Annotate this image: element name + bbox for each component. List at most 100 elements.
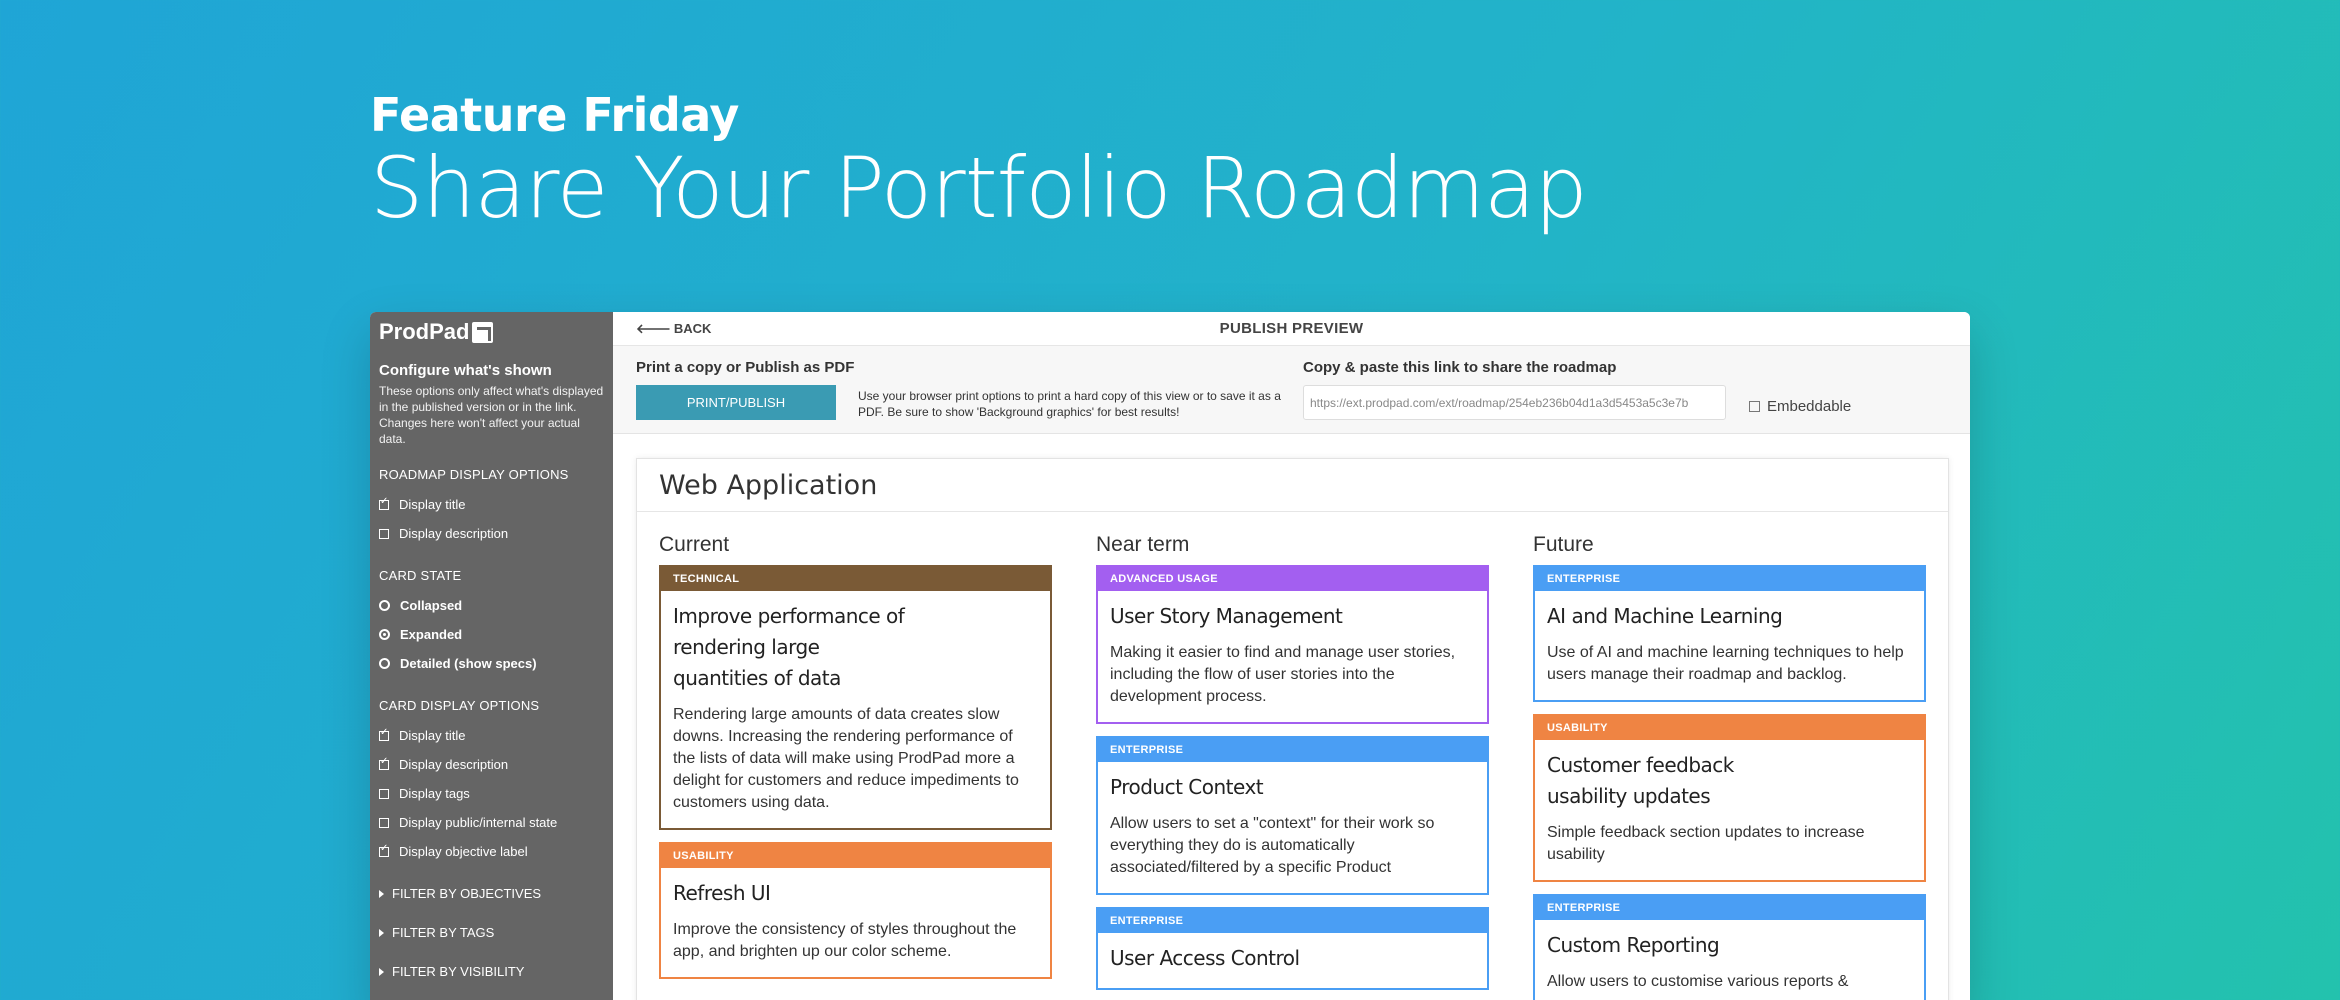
checkbox[interactable] [379, 496, 389, 510]
card-title: Refresh UI [673, 881, 771, 905]
page-title: PUBLISH PREVIEW [1219, 320, 1364, 337]
checkbox[interactable] [379, 756, 389, 770]
option-label: Display objective label [399, 844, 528, 859]
roadmap-card[interactable]: ENTERPRISE Custom Reporting Allow users to… [1533, 894, 1926, 1000]
main-panel: 🡐 BACK PUBLISH PREVIEW Print a copy or P… [613, 312, 1970, 1000]
roadmap-card[interactable]: USABILITY Customer feedback usability upd… [1533, 714, 1926, 882]
card-state-detailed-show-specs[interactable]: Detailed (show specs) [379, 649, 604, 678]
card-tag: USABILITY [1535, 716, 1924, 740]
hero: Feature Friday Share Your Portfolio Road… [370, 88, 1588, 237]
card-body: Product Context Allow users to set a "con… [1098, 762, 1487, 893]
share-url-field[interactable]: https://ext.prodpad.com/ext/roadmap/254e… [1303, 385, 1726, 420]
card-title: Custom Reporting [1547, 933, 1720, 957]
checkbox[interactable] [379, 817, 389, 828]
card-title: User Access Control [1110, 946, 1300, 970]
card-body: Custom Reporting Allow users to customise… [1535, 920, 1924, 1000]
card-body: Customer feedback usability updates Simpl… [1535, 740, 1924, 880]
option-display-public-internal-state[interactable]: Display public/internal state [379, 808, 604, 837]
card-body: User Story Management Making it easier to… [1098, 591, 1487, 722]
filter-label: FILTER BY TAGS [392, 925, 495, 940]
column-heading: Current [659, 533, 730, 556]
card-display-options: Display title Display description Display … [379, 721, 604, 866]
top-bar: 🡐 BACK PUBLISH PREVIEW [613, 312, 1970, 346]
logo-text: ProdPad [379, 319, 470, 344]
card-tag: USABILITY [661, 844, 1050, 868]
card-tag: ENTERPRISE [1535, 896, 1924, 920]
option-display-objective-label[interactable]: Display objective label [379, 837, 604, 866]
roadmap-card[interactable]: USABILITY Refresh UI Improve the consisten… [659, 842, 1052, 979]
arrow-left-icon: 🡐 [636, 320, 671, 336]
filter-label: FILTER BY VISIBILITY [392, 964, 525, 979]
caret-right-icon [379, 889, 384, 898]
option-label: Display description [399, 757, 509, 772]
option-display-title[interactable]: Display title [379, 490, 604, 519]
card-description: Allow users to customise various reports… [1547, 973, 1849, 990]
prodpad-logo: ProdPad [379, 314, 604, 350]
card-display-options-heading: CARD DISPLAY OPTIONS [379, 698, 540, 713]
card-title: User Story Management [1110, 604, 1343, 628]
option-label: Display tags [399, 786, 470, 801]
radio-button[interactable] [379, 629, 390, 640]
card-title: Customer feedback usability updates [1547, 753, 1734, 808]
card-description: Making it easier to find and manage user… [1110, 644, 1456, 705]
card-state-collapsed[interactable]: Collapsed [379, 591, 604, 620]
roadmap-card[interactable]: ENTERPRISE Product Context Allow users to … [1096, 736, 1489, 895]
card-state-options: Collapsed Expanded Detailed (show specs) [379, 591, 604, 678]
configure-description: These options only affect what's display… [379, 384, 604, 446]
back-button[interactable]: 🡐 BACK [636, 321, 711, 337]
card-tag: ADVANCED USAGE [1098, 567, 1487, 591]
option-label: Display title [399, 497, 466, 512]
radio-button[interactable] [379, 658, 390, 669]
roadmap-column-future: Future ENTERPRISE AI and Machine Learning U… [1533, 533, 1926, 1000]
card-tag: ENTERPRISE [1535, 567, 1924, 591]
option-display-title[interactable]: Display title [379, 721, 604, 750]
hero-title: Share Your Portfolio Roadmap [370, 139, 1588, 237]
roadmap-card[interactable]: ADVANCED USAGE User Story Management Makin… [1096, 565, 1489, 724]
print-publish-button[interactable]: PRINT/PUBLISH [636, 385, 836, 420]
option-label: Display description [399, 526, 509, 541]
filter-filter-by-objectives[interactable]: FILTER BY OBJECTIVES [379, 874, 604, 913]
roadmap-column-near-term: Near term ADVANCED USAGE User Story Manage… [1096, 533, 1489, 1000]
option-display-tags[interactable]: Display tags [379, 779, 604, 808]
card-body: AI and Machine Learning Use of AI and mac… [1535, 591, 1924, 700]
option-display-description[interactable]: Display description [379, 750, 604, 779]
filter-filter-by-tags[interactable]: FILTER BY TAGS [379, 913, 604, 952]
card-state-label: Expanded [400, 627, 463, 642]
radio-button[interactable] [379, 600, 390, 611]
roadmap-card[interactable]: TECHNICAL Improve performance of renderin… [659, 565, 1052, 830]
back-label: BACK [673, 321, 712, 336]
card-state-heading: CARD STATE [379, 568, 462, 583]
card-description: Use of AI and machine learning technique… [1547, 644, 1904, 683]
prodpad-logo-icon [472, 321, 494, 343]
card-body: User Access Control [1098, 933, 1487, 988]
share-heading: Copy & paste this link to share the road… [1303, 359, 1617, 376]
card-state-expanded[interactable]: Expanded [379, 620, 604, 649]
card-title: Improve performance of rendering large q… [673, 604, 905, 690]
checkbox[interactable] [379, 843, 389, 857]
column-heading: Near term [1096, 533, 1190, 556]
roadmap-card[interactable]: ENTERPRISE User Access Control [1096, 907, 1489, 990]
filter-filter-by-visibility[interactable]: FILTER BY VISIBILITY [379, 952, 604, 991]
app-window: ProdPad Configure what's shown These opt… [370, 312, 1970, 1000]
roadmap-title: Web Application [637, 459, 1948, 512]
checkbox[interactable] [379, 788, 389, 799]
embeddable-checkbox[interactable] [1749, 401, 1760, 412]
card-title: Product Context [1110, 775, 1264, 799]
checkbox[interactable] [379, 727, 389, 741]
checkbox[interactable] [379, 528, 389, 539]
embeddable-label: Embeddable [1767, 398, 1852, 415]
roadmap-card[interactable]: ENTERPRISE AI and Machine Learning Use of … [1533, 565, 1926, 702]
option-display-description[interactable]: Display description [379, 519, 604, 548]
card-description: Improve the consistency of styles throug… [673, 921, 1017, 960]
publish-bar: Print a copy or Publish as PDF PRINT/PUB… [613, 346, 1970, 434]
option-label: Display title [399, 728, 466, 743]
card-title: AI and Machine Learning [1547, 604, 1783, 628]
print-help-text: Use your browser print options to print … [858, 389, 1281, 419]
configure-title: Configure what's shown [379, 362, 552, 379]
embeddable-toggle[interactable]: Embeddable [1749, 398, 1851, 415]
card-description: Rendering large amounts of data creates … [673, 706, 1019, 811]
caret-right-icon [379, 967, 384, 976]
roadmap-columns: Current TECHNICAL Improve performance of r… [659, 533, 1926, 1000]
print-heading: Print a copy or Publish as PDF [636, 359, 855, 376]
option-label: Display public/internal state [399, 815, 558, 830]
